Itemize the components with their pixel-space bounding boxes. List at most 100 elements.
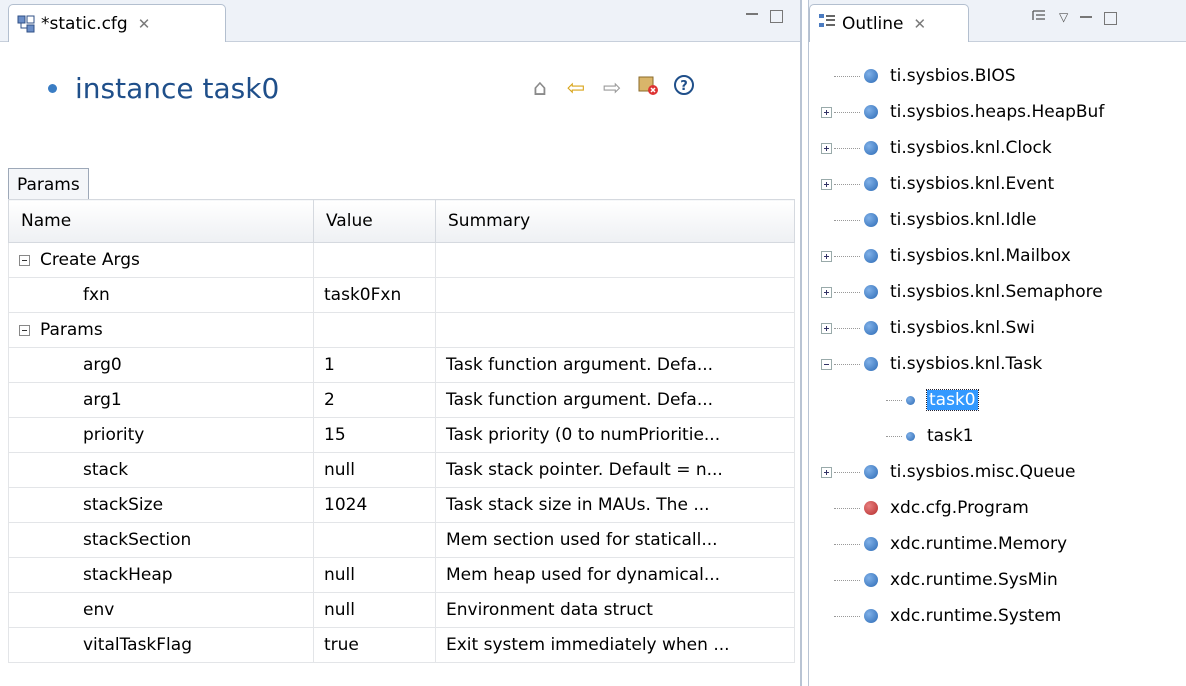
expand-icon[interactable]: [821, 286, 832, 298]
module-icon: [864, 213, 878, 227]
expand-icon[interactable]: [821, 106, 832, 118]
outline-tab[interactable]: Outline ✕: [809, 4, 969, 42]
tree-connector: [834, 147, 860, 149]
param-value-cell[interactable]: 2: [313, 382, 436, 418]
tree-item-label: ti.sysbios.heaps.HeapBuf: [890, 102, 1105, 122]
tree-item-label: xdc.cfg.Program: [890, 498, 1029, 518]
module-icon: [864, 465, 878, 479]
param-summary-cell: Task stack size in MAUs. The ...: [435, 487, 795, 523]
param-summary-cell: Task priority (0 to numPrioritie...: [435, 417, 795, 453]
tree-item[interactable]: ti.sysbios.knl.Event: [821, 166, 1104, 202]
tree-item-label: ti.sysbios.misc.Queue: [890, 462, 1076, 482]
home-icon[interactable]: ⌂: [528, 76, 552, 101]
module-icon: [864, 573, 878, 587]
table-row[interactable]: stackHeap null Mem heap used for dynamical…: [8, 557, 795, 593]
maximize-button[interactable]: [1104, 12, 1118, 25]
param-name-cell: env: [8, 592, 314, 628]
outline-tree: ti.sysbios.BIOS ti.sysbios.heaps.HeapBuf t…: [821, 58, 1104, 634]
param-value-cell[interactable]: 1024: [313, 487, 436, 523]
table-row[interactable]: stackSection Mem section used for statica…: [8, 522, 795, 558]
tree-item[interactable]: ti.sysbios.knl.Semaphore: [821, 274, 1104, 310]
tree-item[interactable]: ti.sysbios.knl.Task: [821, 346, 1104, 382]
collapse-icon[interactable]: [19, 254, 30, 266]
forward-arrow-icon[interactable]: ⇨: [600, 76, 624, 101]
minimize-button[interactable]: [1080, 15, 1093, 25]
tree-item[interactable]: ti.sysbios.knl.Mailbox: [821, 238, 1104, 274]
tree-item[interactable]: ti.sysbios.BIOS: [821, 58, 1104, 94]
close-icon[interactable]: ✕: [914, 15, 927, 33]
config-file-icon: [17, 15, 35, 33]
tree-item[interactable]: xdc.runtime.Memory: [821, 526, 1104, 562]
tree-item[interactable]: xdc.runtime.System: [821, 598, 1104, 634]
column-header-value[interactable]: Value: [313, 199, 436, 243]
tree-item[interactable]: ti.sysbios.knl.Swi: [821, 310, 1104, 346]
minimize-button[interactable]: [746, 13, 758, 22]
tree-item[interactable]: ti.sysbios.misc.Queue: [821, 454, 1104, 490]
tree-item[interactable]: xdc.runtime.SysMin: [821, 562, 1104, 598]
table-row[interactable]: env null Environment data struct: [8, 592, 795, 628]
param-summary-cell: Task stack pointer. Default = n...: [435, 452, 795, 488]
tab-params-label: Params: [17, 174, 80, 195]
module-icon: [864, 609, 878, 623]
column-header-summary[interactable]: Summary: [435, 199, 795, 243]
table-row[interactable]: vitalTaskFlag true Exit system immediately…: [8, 627, 795, 663]
tree-item[interactable]: xdc.cfg.Program: [821, 490, 1104, 526]
table-header-row: Name Value Summary: [8, 199, 795, 243]
back-arrow-icon[interactable]: ⇦: [564, 76, 588, 101]
param-name-cell: arg0: [8, 347, 314, 383]
tree-item[interactable]: ti.sysbios.heaps.HeapBuf: [821, 94, 1104, 130]
outline-tab-label: Outline: [842, 13, 904, 34]
param-name: Create Args: [40, 250, 140, 270]
help-icon[interactable]: ?: [672, 74, 696, 102]
collapse-icon[interactable]: [821, 358, 832, 370]
editor-tab[interactable]: *static.cfg ✕: [8, 4, 226, 42]
tree-item[interactable]: task1: [821, 418, 1104, 454]
param-value-cell[interactable]: task0Fxn: [313, 277, 436, 313]
tree-item-label: ti.sysbios.knl.Swi: [890, 318, 1035, 338]
param-summary-cell: Mem section used for staticall...: [435, 522, 795, 558]
tree-item[interactable]: ti.sysbios.knl.Clock: [821, 130, 1104, 166]
close-icon[interactable]: ✕: [138, 15, 151, 33]
column-header-name[interactable]: Name: [8, 199, 314, 243]
table-row[interactable]: arg1 2 Task function argument. Defa...: [8, 382, 795, 418]
config-error-icon[interactable]: [636, 74, 660, 102]
expand-icon[interactable]: [821, 466, 832, 478]
table-row[interactable]: Create Args: [8, 242, 795, 278]
param-name-cell: stackSize: [8, 487, 314, 523]
param-name: env: [83, 600, 115, 620]
param-summary-cell: Environment data struct: [435, 592, 795, 628]
table-row[interactable]: arg0 1 Task function argument. Defa...: [8, 347, 795, 383]
param-summary-cell: [435, 242, 795, 278]
view-menu-icon[interactable]: ▽: [1059, 10, 1068, 24]
expand-icon[interactable]: [821, 142, 832, 154]
param-value-cell[interactable]: null: [313, 592, 436, 628]
param-value-cell[interactable]: null: [313, 557, 436, 593]
table-row[interactable]: stack null Task stack pointer. Default = n…: [8, 452, 795, 488]
table-row[interactable]: fxn task0Fxn: [8, 277, 795, 313]
tree-item[interactable]: ti.sysbios.knl.Idle: [821, 202, 1104, 238]
param-value-cell[interactable]: true: [313, 627, 436, 663]
param-value-cell[interactable]: null: [313, 452, 436, 488]
collapse-all-icon[interactable]: [1031, 8, 1047, 29]
table-row[interactable]: Params: [8, 312, 795, 348]
tab-params[interactable]: Params: [8, 168, 89, 200]
maximize-button[interactable]: [770, 10, 783, 23]
param-name: fxn: [83, 285, 110, 305]
expand-icon[interactable]: [821, 250, 832, 262]
table-row[interactable]: stackSize 1024 Task stack size in MAUs. Th…: [8, 487, 795, 523]
tree-connector: [834, 507, 860, 509]
tree-item-label: ti.sysbios.knl.Semaphore: [890, 282, 1103, 302]
param-value-cell: [313, 242, 436, 278]
module-icon: [864, 177, 878, 191]
param-value-cell[interactable]: 15: [313, 417, 436, 453]
collapse-icon[interactable]: [19, 324, 30, 336]
table-row[interactable]: priority 15 Task priority (0 to numPriorit…: [8, 417, 795, 453]
tree-connector: [834, 111, 860, 113]
expand-icon[interactable]: [821, 322, 832, 334]
expand-icon[interactable]: [821, 178, 832, 190]
param-summary-cell: Exit system immediately when ...: [435, 627, 795, 663]
param-name-cell: fxn: [8, 277, 314, 313]
tree-item[interactable]: task0: [821, 382, 1104, 418]
param-value-cell[interactable]: 1: [313, 347, 436, 383]
param-value-cell[interactable]: [313, 522, 436, 558]
